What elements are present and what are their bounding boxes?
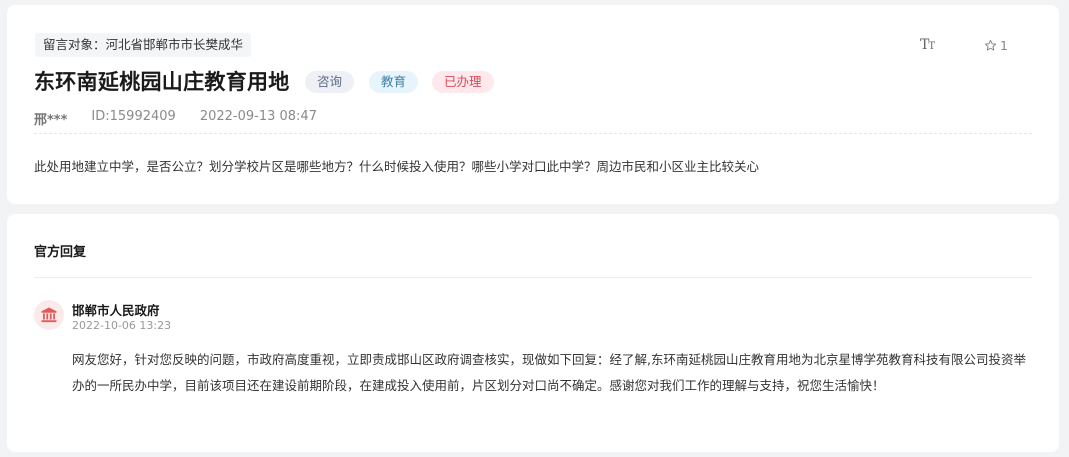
government-building-icon bbox=[34, 300, 64, 330]
like-button[interactable]: 1 bbox=[984, 38, 1008, 53]
font-size-icon-small: T bbox=[928, 41, 935, 52]
question-id: ID:15992409 bbox=[91, 109, 176, 124]
star-icon bbox=[984, 39, 997, 51]
author-name: 邢*** bbox=[34, 113, 68, 128]
status-badge: 已办理 bbox=[432, 71, 494, 93]
question-title: 东环南延桃园山庄教育用地 bbox=[34, 70, 290, 94]
like-count: 1 bbox=[1000, 38, 1008, 53]
reply-org-name: 邯郸市人民政府 bbox=[72, 303, 160, 318]
question-meta: 邢*** ID:15992409 2022-09-13 08:47 bbox=[34, 109, 317, 128]
divider bbox=[34, 277, 1032, 278]
font-size-toggle-button[interactable]: TT bbox=[920, 37, 935, 53]
category-tag: 教育 bbox=[369, 71, 419, 93]
reply-time: 2022-10-06 13:23 bbox=[72, 319, 172, 332]
reply-content: 网友您好，针对您反映的问题，市政府高度重视，立即责成邯山区政府调查核实，现做如下… bbox=[72, 352, 1026, 393]
question-time: 2022-09-13 08:47 bbox=[199, 109, 317, 124]
divider bbox=[34, 133, 1032, 134]
question-card: 留言对象：河北省邯郸市市长樊成华 东环南延桃园山庄教育用地 咨询 教育 已办理 … bbox=[7, 5, 1059, 204]
official-reply-card: 官方回复 邯郸市人民政府 2022-10-06 13:23 网友您好，针对您反映… bbox=[7, 214, 1059, 452]
message-target-tag: 留言对象：河北省邯郸市市长樊成华 bbox=[35, 33, 252, 57]
type-tag: 咨询 bbox=[305, 71, 355, 93]
question-content: 此处用地建立中学，是否公立？划分学校片区是哪些地方？什么时候投入使用？哪些小学对… bbox=[34, 159, 760, 174]
section-title: 官方回复 bbox=[34, 245, 87, 260]
